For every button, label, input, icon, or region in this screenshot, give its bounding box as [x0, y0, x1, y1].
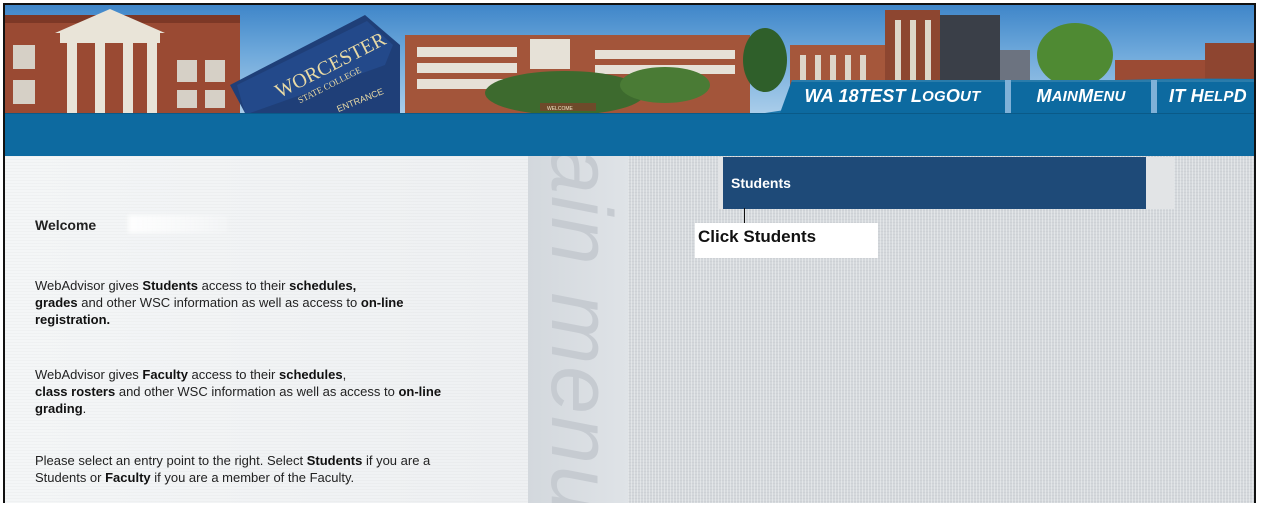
- webadvisor-window: WORCESTER STATE COLLEGE ENTRANCE WELCOME: [3, 3, 1256, 503]
- welcome-sign: WELCOME: [547, 106, 574, 112]
- watermark-text: ain menu: [533, 156, 628, 503]
- main-menu-link[interactable]: M AIN M ENU: [1011, 80, 1151, 113]
- instructions-paragraph: Please select an entry point to the righ…: [35, 453, 431, 485]
- students-paragraph: WebAdvisor gives Students access to thei…: [35, 278, 404, 327]
- students-menu-item[interactable]: Students: [723, 157, 1146, 209]
- instruction-callout: Click Students: [695, 223, 878, 258]
- campus-banner: WORCESTER STATE COLLEGE ENTRANCE WELCOME: [5, 5, 1254, 113]
- header-bar: [5, 113, 1254, 156]
- blurred-username: [128, 215, 228, 233]
- it-help-desk-link[interactable]: IT H ELP D: [1157, 80, 1254, 113]
- main-menu-watermark: ain menu: [528, 156, 628, 503]
- welcome-heading: Welcome: [35, 217, 97, 233]
- left-panel: [5, 156, 528, 503]
- students-label: Students: [731, 175, 791, 191]
- faculty-paragraph: WebAdvisor gives Faculty access to their…: [35, 367, 442, 416]
- callout-line: [744, 208, 745, 224]
- logout-link[interactable]: WA 18TEST L OG O UT: [780, 80, 1005, 113]
